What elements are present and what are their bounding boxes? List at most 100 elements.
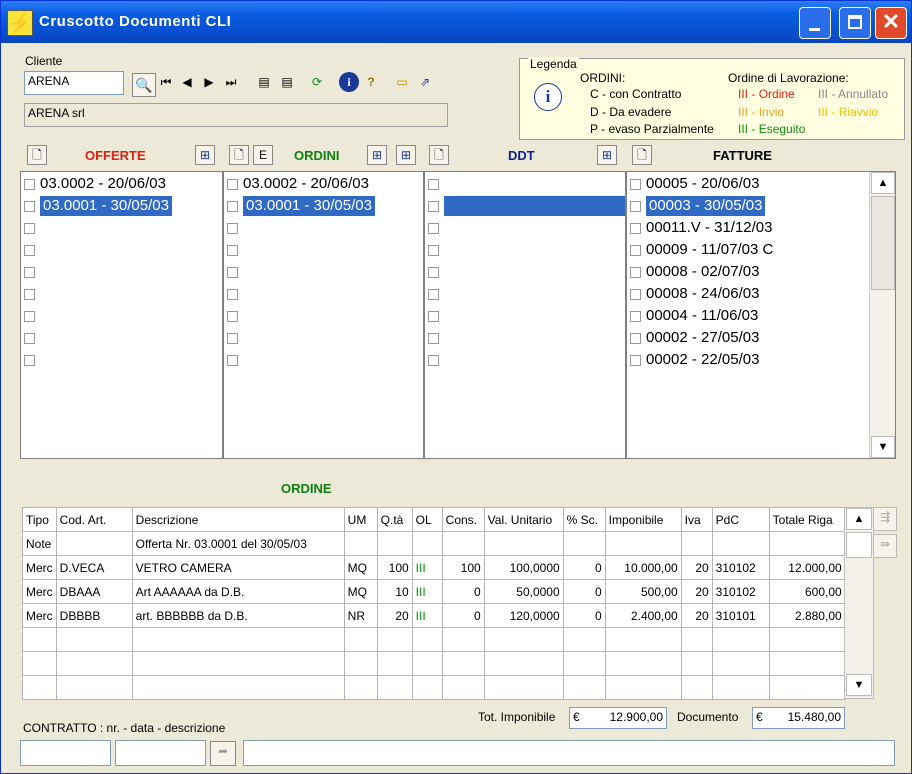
detail-table[interactable]: Tipo Cod. Art. Descrizione UM Q.tà OL Cons. Val… bbox=[22, 507, 846, 700]
table-cell[interactable] bbox=[483, 651, 564, 676]
checkbox[interactable] bbox=[24, 332, 35, 344]
checkbox[interactable] bbox=[24, 354, 35, 366]
checkbox[interactable] bbox=[428, 222, 439, 234]
table-cell[interactable] bbox=[376, 531, 413, 556]
ordini-grid2-button[interactable]: ⊞ bbox=[396, 145, 416, 165]
scroll-thumb[interactable] bbox=[871, 196, 895, 290]
table-cell[interactable]: Merc bbox=[22, 579, 57, 604]
column-header[interactable]: Cons. bbox=[441, 507, 485, 532]
table-cell[interactable] bbox=[680, 531, 713, 556]
checkbox[interactable] bbox=[24, 288, 35, 300]
ddt-list-item[interactable] bbox=[427, 261, 444, 283]
table-cell[interactable]: 100,0000 bbox=[483, 555, 564, 580]
table-cell[interactable] bbox=[131, 627, 345, 652]
minimize-button[interactable] bbox=[799, 7, 831, 39]
checkbox[interactable] bbox=[227, 288, 238, 300]
prev-record-icon[interactable]: ◀ bbox=[179, 74, 195, 90]
table-cell[interactable]: 12.000,00 bbox=[768, 555, 846, 580]
ddt-list-item[interactable] bbox=[427, 239, 444, 261]
scroll-up-icon[interactable]: ▲ bbox=[846, 508, 872, 530]
table-row[interactable] bbox=[22, 675, 846, 700]
checkbox[interactable] bbox=[630, 266, 641, 278]
merge-row-button[interactable]: ⇛ bbox=[873, 534, 897, 558]
checkbox[interactable] bbox=[428, 310, 439, 322]
table-cell[interactable] bbox=[376, 651, 413, 676]
table-cell[interactable]: 100 bbox=[376, 555, 413, 580]
table-cell[interactable]: 20 bbox=[680, 603, 713, 628]
last-record-icon[interactable]: ⏭ bbox=[223, 74, 239, 90]
offerte-list-item[interactable]: 03.0002 - 20/06/03 bbox=[23, 173, 166, 195]
table-cell[interactable]: Merc bbox=[22, 603, 57, 628]
table-cell[interactable] bbox=[343, 531, 378, 556]
title-bar[interactable]: ⚡ Cruscotto Documenti CLI ✕ bbox=[1, 1, 911, 43]
scroll-down-icon[interactable]: ▼ bbox=[846, 674, 872, 696]
fatture-list-item[interactable]: 00002 - 27/05/03 bbox=[629, 327, 759, 349]
table-cell[interactable]: Merc bbox=[22, 555, 57, 580]
table-cell[interactable]: 2.400,00 bbox=[604, 603, 682, 628]
column-header[interactable]: Imponibile bbox=[604, 507, 682, 532]
help-icon[interactable]: ? bbox=[363, 74, 379, 90]
split-row-button[interactable]: ⇶ bbox=[873, 507, 897, 531]
table-cell[interactable]: 0 bbox=[441, 603, 485, 628]
table-row[interactable]: Merc D.VECA VETRO CAMERA MQ 100 III 100 100,000… bbox=[22, 555, 846, 580]
table-cell[interactable] bbox=[131, 651, 345, 676]
table-cell[interactable]: 120,0000 bbox=[483, 603, 564, 628]
checkbox[interactable] bbox=[630, 354, 641, 366]
table-cell[interactable]: 20 bbox=[680, 579, 713, 604]
ordini-grid-button[interactable]: ⊞ bbox=[367, 145, 387, 165]
table-cell[interactable] bbox=[131, 675, 345, 700]
checkbox[interactable] bbox=[428, 354, 439, 366]
column-header[interactable]: % Sc. bbox=[562, 507, 606, 532]
table-cell[interactable]: 0 bbox=[441, 579, 485, 604]
ordini-list[interactable]: 03.0002 - 20/06/03 03.0001 - 30/05/03 bbox=[223, 171, 424, 459]
table-cell[interactable] bbox=[604, 531, 682, 556]
cliente-code-input[interactable]: ARENA bbox=[24, 71, 124, 95]
checkbox[interactable] bbox=[428, 332, 439, 344]
table-cell[interactable]: 0 bbox=[562, 579, 606, 604]
table-cell[interactable]: Art AAAAAA da D.B. bbox=[131, 579, 345, 604]
table-cell[interactable]: 500,00 bbox=[604, 579, 682, 604]
table-cell[interactable]: 20 bbox=[376, 603, 413, 628]
ddt-list[interactable] bbox=[424, 171, 626, 459]
table-cell[interactable] bbox=[680, 675, 713, 700]
table-cell[interactable]: 10.000,00 bbox=[604, 555, 682, 580]
scroll-up-icon[interactable]: ▲ bbox=[871, 172, 895, 194]
folder-icon[interactable]: ▭ bbox=[394, 74, 410, 90]
column-header[interactable]: OL bbox=[411, 507, 443, 532]
table-cell[interactable]: VETRO CAMERA bbox=[131, 555, 345, 580]
table-cell[interactable] bbox=[343, 651, 378, 676]
table-cell[interactable]: III bbox=[411, 555, 443, 580]
fatture-list-item[interactable]: 00004 - 11/06/03 bbox=[629, 305, 758, 327]
table-cell[interactable]: 100 bbox=[441, 555, 485, 580]
column-header[interactable]: UM bbox=[343, 507, 378, 532]
checkbox[interactable] bbox=[428, 266, 439, 278]
export-icon[interactable]: ⇗ bbox=[417, 74, 433, 90]
table-cell[interactable] bbox=[562, 531, 606, 556]
info-icon[interactable]: i bbox=[339, 72, 359, 92]
table-cell[interactable] bbox=[711, 627, 770, 652]
ddt-new-button[interactable]: 🗋 bbox=[429, 145, 449, 165]
table-cell[interactable] bbox=[680, 627, 713, 652]
checkbox[interactable] bbox=[630, 200, 641, 212]
table-cell[interactable]: MQ bbox=[343, 579, 378, 604]
fatture-list-item[interactable]: 00008 - 02/07/03 bbox=[629, 261, 759, 283]
column-header[interactable]: Val. Unitario bbox=[483, 507, 564, 532]
table-cell[interactable]: 310102 bbox=[711, 555, 770, 580]
offerte-list-item[interactable] bbox=[23, 283, 40, 305]
checkbox[interactable] bbox=[428, 200, 439, 212]
scroll-down-icon[interactable]: ▼ bbox=[871, 436, 895, 458]
ordini-list-item[interactable]: 03.0002 - 20/06/03 bbox=[226, 173, 369, 195]
fatture-scrollbar[interactable]: ▲ ▼ bbox=[869, 172, 895, 458]
table-row[interactable]: Merc DBBBB art. BBBBBB da D.B. NR 20 III 0 120,… bbox=[22, 603, 846, 628]
checkbox[interactable] bbox=[630, 244, 641, 256]
contratto-data-input[interactable] bbox=[115, 740, 206, 766]
table-cell[interactable]: Note bbox=[22, 531, 57, 556]
table-cell[interactable] bbox=[768, 627, 846, 652]
table-cell[interactable] bbox=[768, 651, 846, 676]
table-cell[interactable] bbox=[343, 675, 378, 700]
ordini-list-item[interactable] bbox=[226, 305, 243, 327]
offerte-list-item[interactable] bbox=[23, 305, 40, 327]
table-cell[interactable] bbox=[562, 675, 606, 700]
table-cell[interactable] bbox=[411, 675, 443, 700]
ordini-list-item[interactable] bbox=[226, 349, 243, 371]
